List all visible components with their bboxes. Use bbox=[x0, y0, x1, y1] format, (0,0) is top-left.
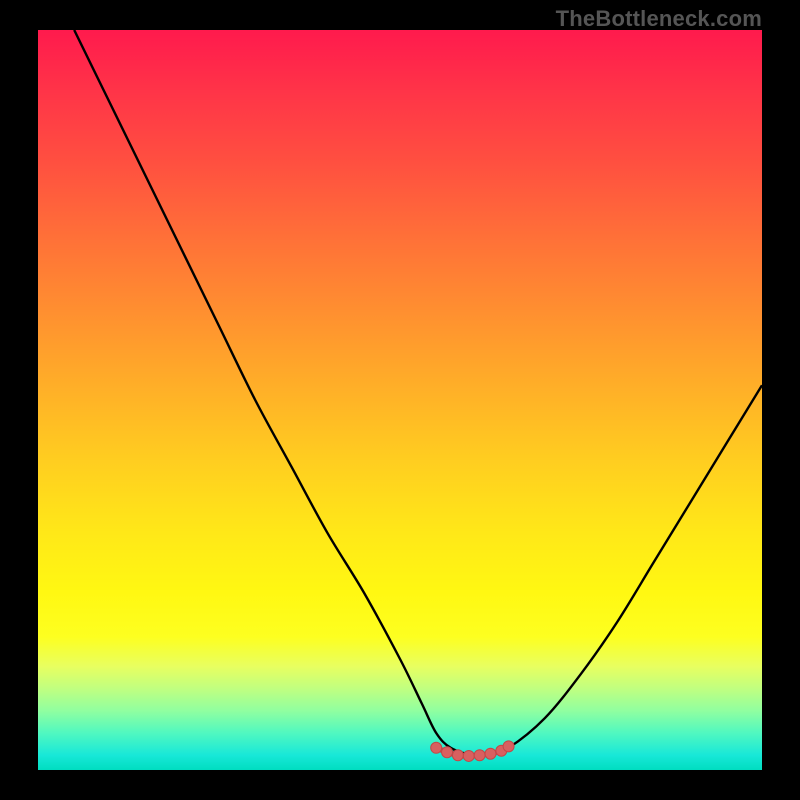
bottleneck-curve bbox=[74, 30, 762, 756]
flat-region-dot bbox=[503, 741, 514, 752]
flat-region-dot bbox=[463, 750, 474, 761]
flat-region-dot bbox=[485, 748, 496, 759]
chart-frame: TheBottleneck.com bbox=[0, 0, 800, 800]
flat-region-dot bbox=[431, 742, 442, 753]
flat-region-dot bbox=[474, 750, 485, 761]
plot-area bbox=[38, 30, 762, 770]
watermark-text: TheBottleneck.com bbox=[556, 6, 762, 32]
flat-region-dot bbox=[452, 750, 463, 761]
curve-layer bbox=[38, 30, 762, 770]
flat-region-dot bbox=[442, 747, 453, 758]
